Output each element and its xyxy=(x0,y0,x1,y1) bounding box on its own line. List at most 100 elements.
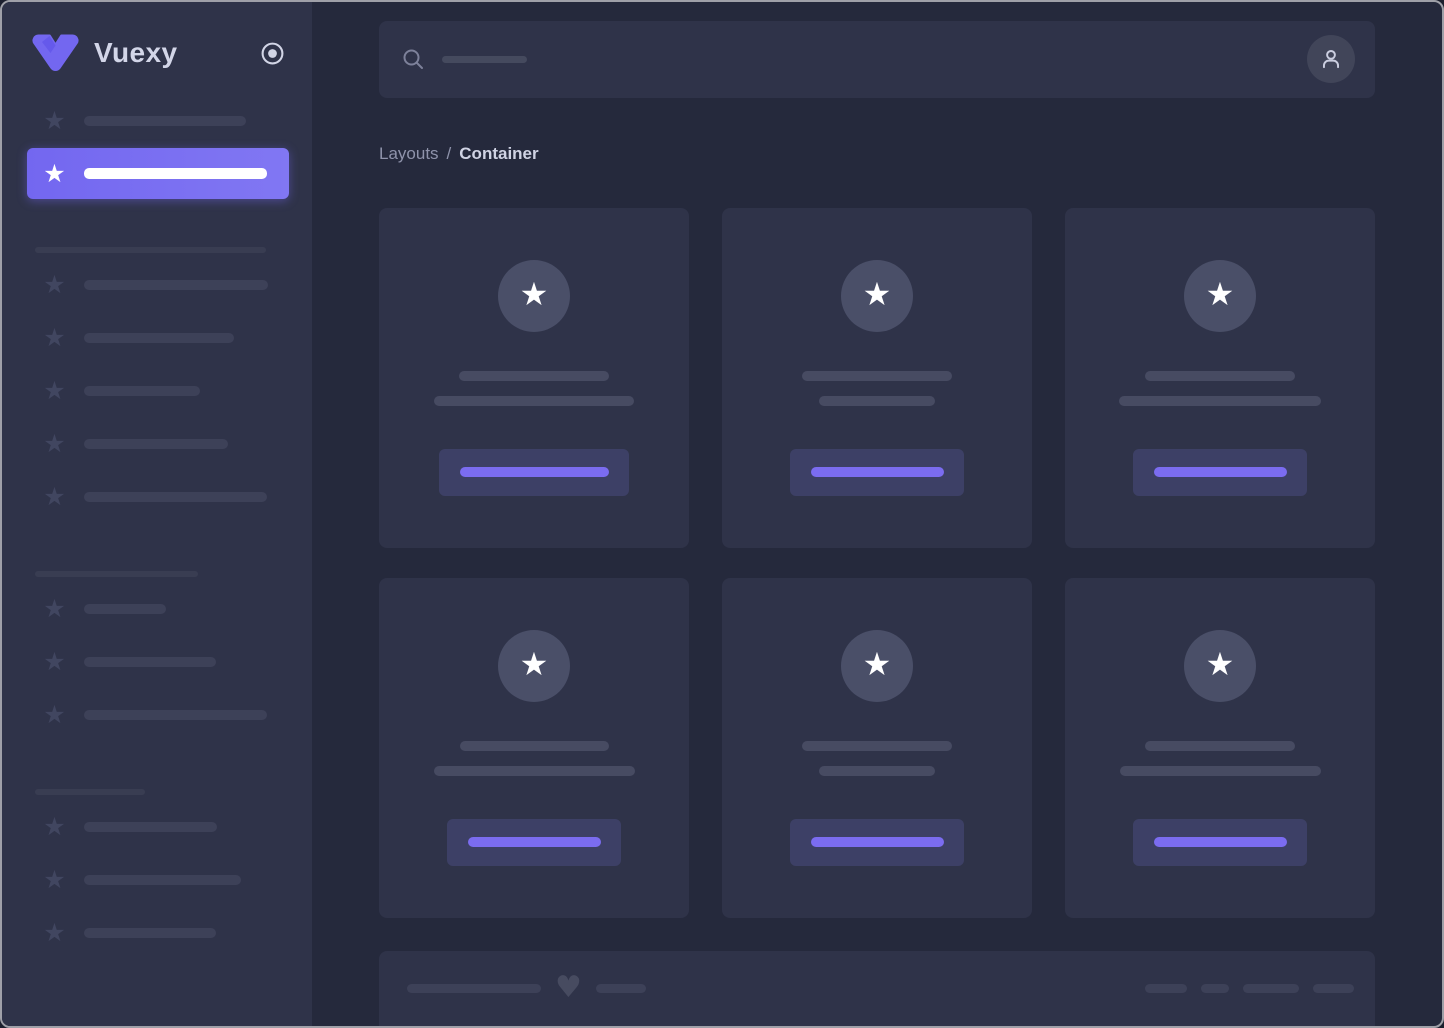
sidebar-menu-item[interactable]: ★ xyxy=(2,258,312,311)
star-icon: ★ xyxy=(43,700,66,729)
card-button[interactable] xyxy=(1133,448,1307,496)
star-icon: ★ xyxy=(43,270,66,299)
card-button[interactable] xyxy=(447,818,621,866)
footer-links xyxy=(1145,983,1354,993)
menu-section-header-skeleton xyxy=(35,247,266,253)
app-window: Vuexy ★ ★ ★ ★ ★ ★ ★ ★ ★ ★ ★ ★ ★ Layouts … xyxy=(0,0,1444,1028)
star-icon: ★ xyxy=(43,376,66,405)
card-subtitle-skeleton xyxy=(819,765,935,776)
breadcrumb-section[interactable]: Layouts xyxy=(379,144,439,164)
menu-pin-toggle-icon[interactable] xyxy=(260,41,285,66)
placeholder-card: ★ xyxy=(379,207,689,548)
placeholder-card: ★ xyxy=(722,207,1032,548)
footer-link-skeleton xyxy=(1201,983,1229,993)
main-content: Layouts / Container ★ ★ ★ ★ ★ ★ ♥ xyxy=(312,2,1442,1026)
breadcrumb-current: Container xyxy=(459,143,539,163)
card-title-skeleton xyxy=(459,370,609,381)
footer-link-skeleton xyxy=(1243,983,1299,993)
menu-section-header-skeleton xyxy=(35,789,145,795)
card-button[interactable] xyxy=(790,448,964,496)
placeholder-card: ★ xyxy=(1065,207,1375,548)
star-icon: ★ xyxy=(1205,274,1235,313)
sidebar-menu-item[interactable]: ★ xyxy=(2,470,312,523)
card-subtitle-skeleton xyxy=(1119,765,1321,776)
sidebar-menu-item[interactable]: ★ xyxy=(2,800,312,853)
menu-item-label-skeleton xyxy=(84,279,268,290)
sidebar-menu-item[interactable]: ★ xyxy=(2,417,312,470)
sidebar-menu-item-active[interactable]: ★ xyxy=(27,148,289,199)
button-label-skeleton xyxy=(467,837,601,847)
footer-link-skeleton xyxy=(1145,983,1187,993)
star-icon: ★ xyxy=(43,323,66,352)
card-title-skeleton xyxy=(1145,740,1295,751)
breadcrumb: Layouts / Container xyxy=(379,144,1375,164)
card-title-skeleton xyxy=(802,370,952,381)
star-icon: ★ xyxy=(43,106,66,135)
menu-item-label-skeleton xyxy=(84,168,267,179)
card-avatar-circle: ★ xyxy=(841,259,913,332)
star-icon: ★ xyxy=(519,274,549,313)
sidebar-menu-item[interactable]: ★ xyxy=(2,364,312,417)
menu-item-label-skeleton xyxy=(84,385,200,396)
menu-item-label-skeleton xyxy=(84,927,216,938)
sidebar-menu-item[interactable]: ★ xyxy=(2,635,312,688)
card-button[interactable] xyxy=(790,818,964,866)
placeholder-card: ★ xyxy=(1065,577,1375,918)
search-placeholder-skeleton xyxy=(442,55,527,63)
card-button[interactable] xyxy=(1133,818,1307,866)
card-avatar-circle: ★ xyxy=(1184,259,1256,332)
brand-title: Vuexy xyxy=(94,37,178,68)
star-icon: ★ xyxy=(43,647,66,676)
card-button[interactable] xyxy=(439,448,629,496)
card-subtitle-skeleton xyxy=(1119,395,1321,406)
button-label-skeleton xyxy=(459,467,609,477)
search-icon xyxy=(401,47,425,71)
vuexy-logo-icon xyxy=(32,34,79,72)
button-label-skeleton xyxy=(810,467,944,477)
star-icon: ★ xyxy=(43,812,66,841)
sidebar-menu-item[interactable]: ★ xyxy=(2,582,312,635)
menu-item-label-skeleton xyxy=(84,709,267,720)
star-icon: ★ xyxy=(43,159,66,188)
sidebar-menu-item[interactable]: ★ xyxy=(2,311,312,364)
card-subtitle-skeleton xyxy=(433,765,635,776)
card-avatar-circle: ★ xyxy=(498,259,570,332)
card-title-skeleton xyxy=(459,740,609,751)
search-bar[interactable] xyxy=(379,21,1375,98)
menu-item-label-skeleton xyxy=(84,874,241,885)
brand-row: Vuexy xyxy=(2,2,312,72)
placeholder-card: ★ xyxy=(379,577,689,918)
star-icon: ★ xyxy=(862,644,892,683)
menu-section-header-skeleton xyxy=(35,571,198,577)
footer-text-skeleton xyxy=(595,983,646,993)
sidebar: Vuexy ★ ★ ★ ★ ★ ★ ★ ★ ★ ★ ★ ★ ★ xyxy=(2,2,312,1026)
card-subtitle-skeleton xyxy=(819,395,935,406)
user-avatar[interactable] xyxy=(1307,35,1355,84)
menu-item-label-skeleton xyxy=(84,603,166,614)
sidebar-menu-item[interactable]: ★ xyxy=(2,94,312,147)
menu-item-label-skeleton xyxy=(84,115,246,126)
footer-link-skeleton xyxy=(1313,983,1354,993)
button-label-skeleton xyxy=(1153,837,1287,847)
star-icon: ★ xyxy=(1205,644,1235,683)
breadcrumb-separator: / xyxy=(446,143,452,163)
menu-item-label-skeleton xyxy=(84,438,228,449)
card-subtitle-skeleton xyxy=(434,395,634,406)
star-icon: ★ xyxy=(43,865,66,894)
star-icon: ★ xyxy=(43,918,66,947)
card-avatar-circle: ★ xyxy=(841,629,913,702)
heart-icon: ♥ xyxy=(555,970,582,1006)
sidebar-menu: ★ ★ ★ ★ ★ ★ ★ ★ ★ ★ ★ ★ ★ xyxy=(2,72,312,959)
menu-item-label-skeleton xyxy=(84,656,216,667)
sidebar-menu-item[interactable]: ★ xyxy=(2,906,312,959)
card-grid: ★ ★ ★ ★ ★ ★ xyxy=(379,207,1375,918)
star-icon: ★ xyxy=(862,274,892,313)
sidebar-menu-item[interactable]: ★ xyxy=(2,688,312,741)
footer-bar: ♥ xyxy=(379,950,1375,1026)
placeholder-card: ★ xyxy=(722,577,1032,918)
card-title-skeleton xyxy=(1145,370,1295,381)
button-label-skeleton xyxy=(810,837,944,847)
card-avatar-circle: ★ xyxy=(498,629,570,702)
sidebar-menu-item[interactable]: ★ xyxy=(2,853,312,906)
footer-text-skeleton xyxy=(407,983,541,993)
